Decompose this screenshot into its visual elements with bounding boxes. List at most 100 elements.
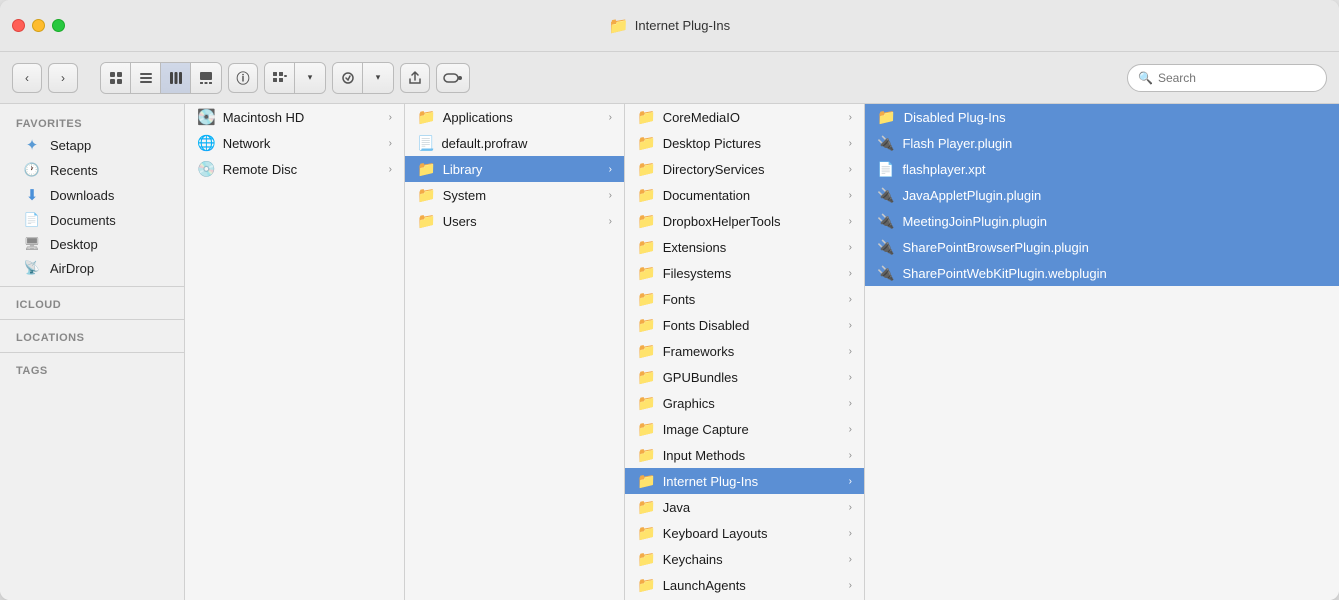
col3-item-fonts[interactable]: 📁 Fonts › xyxy=(625,286,864,312)
coremediaio-arrow: › xyxy=(849,112,852,123)
col3-item-dropboxhelpertools[interactable]: 📁 DropboxHelperTools › xyxy=(625,208,864,234)
icon-view-button[interactable] xyxy=(101,63,131,93)
col3-item-image-capture[interactable]: 📁 Image Capture › xyxy=(625,416,864,442)
col4-label-meetingjoinplugin: MeetingJoinPlugin.plugin xyxy=(902,214,1047,229)
col1-item-remote-disc[interactable]: 💿 Remote Disc › xyxy=(185,156,404,182)
col2-label-default-profraw: default.profraw xyxy=(441,136,527,151)
col3-label-documentation: Documentation xyxy=(663,188,750,203)
titlebar: 📁 Internet Plug-Ins xyxy=(0,0,1339,52)
share-button[interactable] xyxy=(400,63,430,93)
close-button[interactable] xyxy=(12,19,25,32)
keychains-arrow: › xyxy=(849,554,852,565)
flashplayer-xpt-icon: 📄 xyxy=(877,161,894,178)
col3-item-frameworks[interactable]: 📁 Frameworks › xyxy=(625,338,864,364)
sidebar-item-setapp[interactable]: ✦ Setapp xyxy=(6,132,178,158)
search-input[interactable] xyxy=(1158,71,1316,85)
main-content: Favorites ✦ Setapp 🕐 Recents ⬇ Downloads… xyxy=(0,104,1339,600)
col3-item-desktop-pictures[interactable]: 📁 Desktop Pictures › xyxy=(625,130,864,156)
col3-item-filesystems[interactable]: 📁 Filesystems › xyxy=(625,260,864,286)
sidebar-item-label-recents: Recents xyxy=(50,163,98,178)
macintosh-hd-arrow: › xyxy=(389,112,392,123)
directoryservices-folder-icon: 📁 xyxy=(637,160,656,178)
col3-item-java[interactable]: 📁 Java › xyxy=(625,494,864,520)
launchagents-arrow: › xyxy=(849,580,852,591)
col3-item-keychains[interactable]: 📁 Keychains › xyxy=(625,546,864,572)
action-chevron[interactable]: ▾ xyxy=(363,63,393,93)
extensions-folder-icon: 📁 xyxy=(637,238,656,256)
col3-item-internet-plug-ins[interactable]: 📁 Internet Plug-Ins › xyxy=(625,468,864,494)
sidebar-item-label-airdrop: AirDrop xyxy=(50,261,94,276)
col4-item-javaappletplugin[interactable]: 🔌 JavaAppletPlugin.plugin xyxy=(865,182,1339,208)
filesystems-arrow: › xyxy=(849,268,852,279)
gpubundles-arrow: › xyxy=(849,372,852,383)
col3-item-directoryservices[interactable]: 📁 DirectoryServices › xyxy=(625,156,864,182)
action-button[interactable] xyxy=(333,63,363,93)
col3-item-launchagents[interactable]: 📁 LaunchAgents › xyxy=(625,572,864,598)
gallery-view-button[interactable] xyxy=(191,63,221,93)
applications-icon: 📁 xyxy=(417,108,436,126)
group-button[interactable] xyxy=(265,63,295,93)
col3-item-extensions[interactable]: 📁 Extensions › xyxy=(625,234,864,260)
col3-item-gpubundles[interactable]: 📁 GPUBundles › xyxy=(625,364,864,390)
sidebar-item-label-downloads: Downloads xyxy=(50,188,114,203)
col3-item-keyboard-layouts[interactable]: 📁 Keyboard Layouts › xyxy=(625,520,864,546)
sidebar-item-airdrop[interactable]: 📡 AirDrop xyxy=(6,256,178,280)
col4-label-flash-player-plugin: Flash Player.plugin xyxy=(902,136,1012,151)
macintosh-hd-icon: 💽 xyxy=(197,108,216,126)
disabled-plug-ins-folder-icon: 📁 xyxy=(877,108,896,126)
list-view-button[interactable] xyxy=(131,63,161,93)
sharepointwebkitplugin-icon: 🔌 xyxy=(877,265,894,282)
col1-item-network[interactable]: 🌐 Network › xyxy=(185,130,404,156)
library-arrow: › xyxy=(609,164,612,175)
col2-item-applications[interactable]: 📁 Applications › xyxy=(405,104,624,130)
meetingjoinplugin-icon: 🔌 xyxy=(877,213,894,230)
minimize-button[interactable] xyxy=(32,19,45,32)
sidebar-item-downloads[interactable]: ⬇ Downloads xyxy=(6,182,178,208)
col2-item-system[interactable]: 📁 System › xyxy=(405,182,624,208)
col3-item-input-methods[interactable]: 📁 Input Methods › xyxy=(625,442,864,468)
sidebar-item-documents[interactable]: 📄 Documents xyxy=(6,208,178,232)
maximize-button[interactable] xyxy=(52,19,65,32)
tag-button[interactable] xyxy=(436,63,470,93)
col3-label-coremediaio: CoreMediaIO xyxy=(663,110,740,125)
sidebar-item-desktop[interactable]: 🖥 Desktop xyxy=(6,232,178,256)
remote-disc-arrow: › xyxy=(389,164,392,175)
col2-item-default-profraw[interactable]: 📃 default.profraw xyxy=(405,130,624,156)
fonts-folder-icon: 📁 xyxy=(637,290,656,308)
sidebar-item-label-desktop: Desktop xyxy=(50,237,98,252)
col3-item-fonts-disabled[interactable]: 📁 Fonts Disabled › xyxy=(625,312,864,338)
internet-plug-ins-folder-icon: 📁 xyxy=(637,472,656,490)
action-buttons: ▾ xyxy=(332,62,394,94)
javaappletplugin-icon: 🔌 xyxy=(877,187,894,204)
col3-item-coremediaio[interactable]: 📁 CoreMediaIO › xyxy=(625,104,864,130)
group-chevron[interactable]: ▾ xyxy=(295,63,325,93)
col4-item-sharepointbrowserplugin[interactable]: 🔌 SharePointBrowserPlugin.plugin xyxy=(865,234,1339,260)
col3-item-graphics[interactable]: 📁 Graphics › xyxy=(625,390,864,416)
col2-item-library[interactable]: 📁 Library › xyxy=(405,156,624,182)
back-button[interactable]: ‹ xyxy=(12,63,42,93)
sidebar-item-recents[interactable]: 🕐 Recents xyxy=(6,158,178,182)
titlebar-folder-icon: 📁 xyxy=(609,16,629,36)
col4-item-sharepointwebkitplugin[interactable]: 🔌 SharePointWebKitPlugin.webplugin xyxy=(865,260,1339,286)
directoryservices-arrow: › xyxy=(849,164,852,175)
col4-label-sharepointwebkitplugin: SharePointWebKitPlugin.webplugin xyxy=(902,266,1106,281)
fonts-disabled-folder-icon: 📁 xyxy=(637,316,656,334)
keyboard-layouts-arrow: › xyxy=(849,528,852,539)
col3-item-documentation[interactable]: 📁 Documentation › xyxy=(625,182,864,208)
col4-item-meetingjoinplugin[interactable]: 🔌 MeetingJoinPlugin.plugin xyxy=(865,208,1339,234)
col1-item-macintosh-hd[interactable]: 💽 Macintosh HD › xyxy=(185,104,404,130)
titlebar-center: 📁 Internet Plug-Ins xyxy=(609,16,730,36)
col4-item-flashplayer-xpt[interactable]: 📄 flashplayer.xpt xyxy=(865,156,1339,182)
users-icon: 📁 xyxy=(417,212,436,230)
col2-label-system: System xyxy=(443,188,486,203)
divider-2 xyxy=(0,319,184,320)
column-view-button[interactable] xyxy=(161,63,191,93)
window-title: Internet Plug-Ins xyxy=(635,18,730,33)
forward-button[interactable]: › xyxy=(48,63,78,93)
col2-item-users[interactable]: 📁 Users › xyxy=(405,208,624,234)
search-box[interactable]: 🔍 xyxy=(1127,64,1327,92)
col4-item-disabled-plug-ins[interactable]: 📁 Disabled Plug-Ins xyxy=(865,104,1339,130)
info-button[interactable]: ⓘ xyxy=(228,63,258,93)
col4-item-flash-player-plugin[interactable]: 🔌 Flash Player.plugin xyxy=(865,130,1339,156)
sidebar-item-label-documents: Documents xyxy=(50,213,116,228)
